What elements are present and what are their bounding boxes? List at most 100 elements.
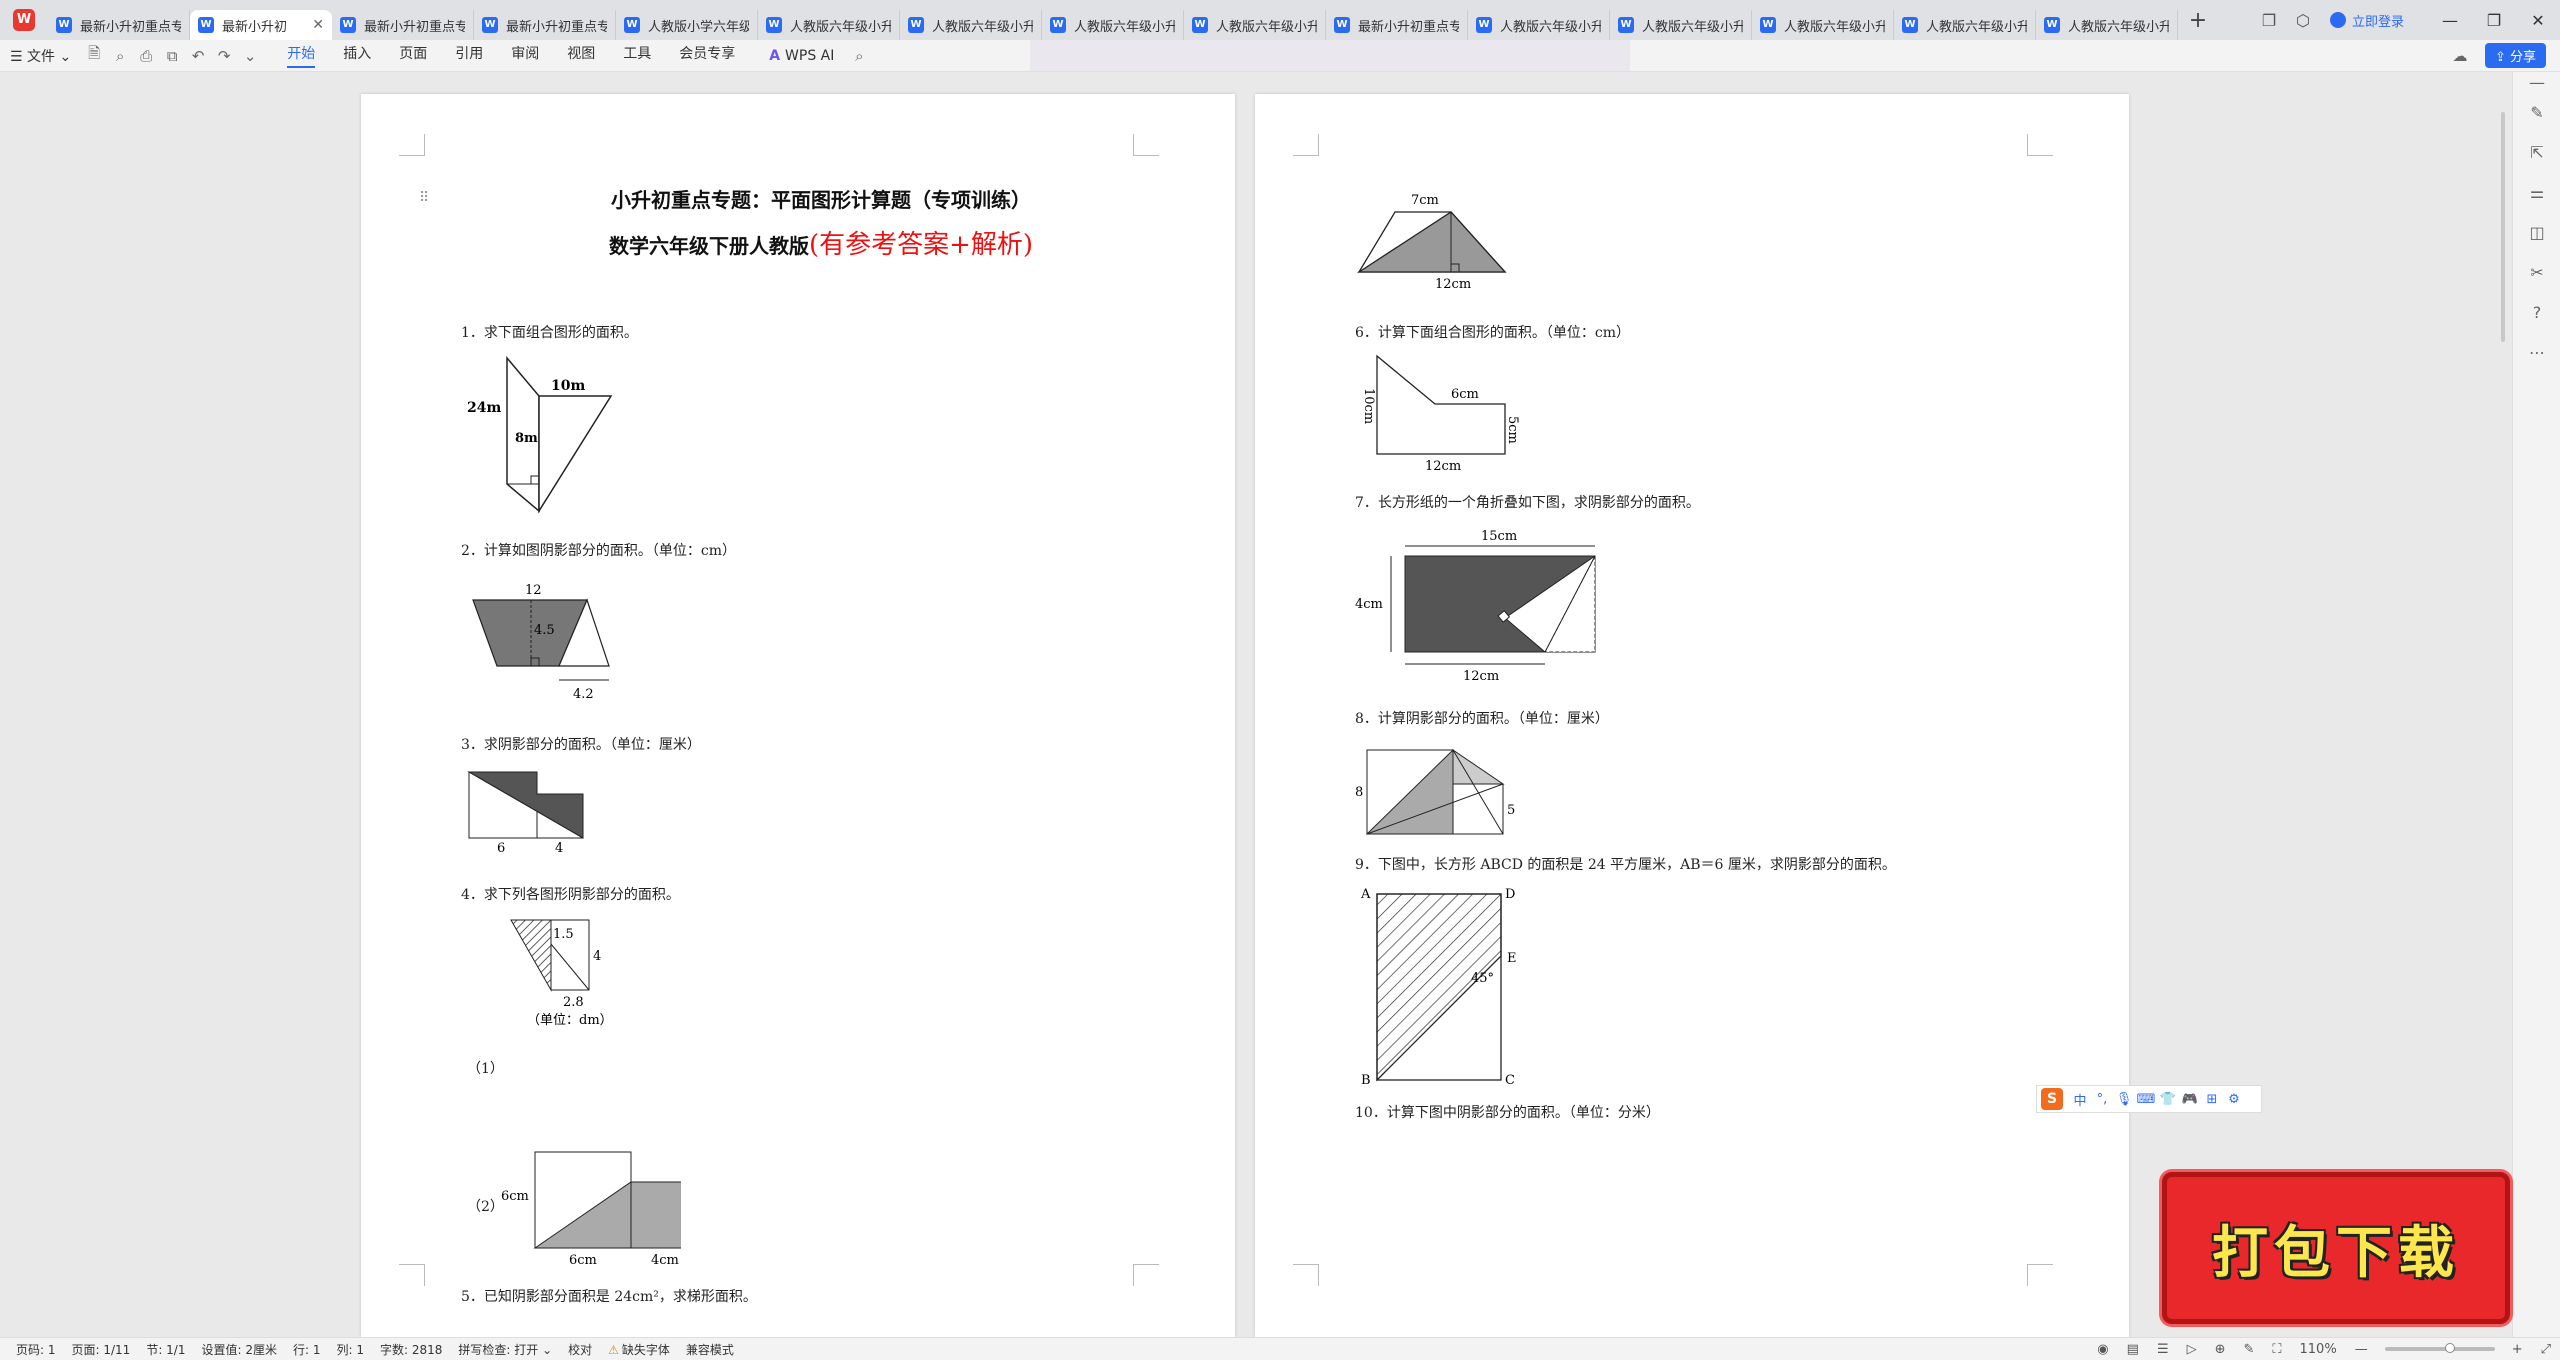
margin-mark	[1133, 134, 1159, 156]
zoom-slider-knob[interactable]	[2444, 1343, 2455, 1353]
locate-icon[interactable]: ⌕	[107, 47, 133, 65]
ribbon-menu-item[interactable]: 引用	[455, 43, 483, 68]
undo-icon[interactable]: ↶	[185, 47, 211, 65]
login-button[interactable]: 立即登录	[2329, 11, 2404, 30]
ribbon-menu-item[interactable]: 开始	[287, 43, 316, 68]
tab-label: 最新小升初	[222, 19, 288, 35]
window-layout-icon[interactable]: ❐	[2252, 0, 2286, 40]
outline-view-icon[interactable]: ☰	[2157, 1342, 2169, 1357]
ribbon-menu-item[interactable]: 审阅	[511, 43, 539, 68]
fit-icon[interactable]: ⛶	[2272, 1342, 2281, 1357]
tab-document[interactable]: W 人教版小学六年级	[616, 10, 758, 40]
shape-icon[interactable]: ◫	[2513, 212, 2560, 252]
preview-icon[interactable]: ⧉	[159, 47, 185, 65]
scrollbar-thumb[interactable]	[2501, 112, 2505, 342]
minimize-button[interactable]: —	[2428, 0, 2472, 40]
download-banner[interactable]: 打包下载	[2162, 1172, 2510, 1324]
tab-document[interactable]: W 最新小升初重点专	[1326, 10, 1468, 40]
right-sidebar: — ✎ ⇱ ⚌ ◫ ✂ ? ⋯	[2512, 72, 2560, 1337]
settings-icon[interactable]: ⚙	[2223, 1092, 2245, 1107]
tab-label: 人教版六年级小升	[1216, 19, 1317, 35]
keyboard-icon[interactable]: ⌨	[2135, 1092, 2157, 1107]
tab-document[interactable]: W 最新小升初重点专	[332, 10, 474, 40]
question-10: 10．计算下图中阴影部分的面积。（单位：分米）	[1355, 1105, 1660, 1121]
question-5: 5．已知阴影部分面积是 24cm²，求梯形面积。	[461, 1289, 757, 1305]
web-view-icon[interactable]: ⊕	[2215, 1342, 2226, 1357]
tab-document[interactable]: W 最新小升初重点专	[48, 10, 190, 40]
tab-document[interactable]: W 人教版六年级小升	[1610, 10, 1752, 40]
print-icon[interactable]: ⎙	[133, 47, 159, 65]
missing-font-label: 缺失字体	[621, 1342, 670, 1357]
search-icon[interactable]: ⌕	[846, 47, 872, 65]
pen-icon[interactable]: ✎	[2244, 1342, 2255, 1357]
wps-logo[interactable]: W	[0, 0, 48, 40]
redo-icon[interactable]: ↷	[211, 47, 237, 65]
wps-ai-button[interactable]: A WPS AI	[769, 48, 834, 64]
skin-icon[interactable]: 👕	[2157, 1092, 2179, 1107]
tab-document[interactable]: W 最新小升初重点专	[474, 10, 616, 40]
new-tab-button[interactable]: +	[2178, 0, 2218, 40]
close-tab-icon[interactable]: ✕	[312, 17, 324, 33]
tab-document[interactable]: W 人教版六年级小升	[900, 10, 1042, 40]
edit-pen-icon[interactable]: ✎	[2513, 92, 2560, 132]
sogou-logo-icon: S	[2041, 1088, 2063, 1110]
collapse-icon[interactable]: —	[2513, 72, 2560, 92]
help-icon[interactable]: ?	[2513, 292, 2560, 332]
tab-document[interactable]: W 人教版六年级小升	[1894, 10, 2036, 40]
word-doc-icon: W	[1050, 17, 1066, 33]
document-page-1[interactable]: ⠿ 小升初重点专题：平面图形计算题（专项训练） 数学六年级下册人教版(有参考答案…	[361, 94, 1235, 1337]
restore-button[interactable]: ❐	[2472, 0, 2516, 40]
zoom-value[interactable]: 110%	[2300, 1342, 2337, 1357]
play-icon[interactable]: ▷	[2187, 1342, 2197, 1357]
tab-document[interactable]: W 最新小升初 ✕	[190, 10, 332, 40]
tools-icon[interactable]: ✂	[2513, 252, 2560, 292]
tab-document[interactable]: W 人教版六年级小升	[2036, 10, 2178, 40]
fig-label: B	[1361, 1073, 1371, 1084]
document-page-2[interactable]: 7cm 12cm 6．计算下面组合图形的面积。（单位：cm） 10cm 6cm …	[1255, 94, 2129, 1337]
ime-toolbar[interactable]: S 中 °, 🎙 ⌨ 👕 🎮 ⊞ ⚙	[2036, 1085, 2262, 1113]
zoom-slider[interactable]	[2384, 1343, 2495, 1353]
zoom-out-icon[interactable]: —	[2355, 1342, 2368, 1357]
tab-document[interactable]: W 人教版六年级小升	[758, 10, 900, 40]
cursor-select-icon[interactable]: ⇱	[2513, 132, 2560, 172]
cube-icon[interactable]: ⬡	[2286, 0, 2320, 40]
eye-icon[interactable]: ◉	[2097, 1342, 2108, 1357]
vertical-scrollbar[interactable]	[2497, 72, 2509, 1337]
ribbon-menu-item[interactable]: 工具	[623, 43, 651, 68]
status-spell[interactable]: 拼写检查: 打开 ⌄	[458, 1341, 552, 1358]
status-page[interactable]: 页码: 1	[16, 1341, 56, 1358]
save-icon[interactable]: 🗎	[81, 43, 107, 68]
question-6: 6．计算下面组合图形的面积。（单位：cm）	[1355, 325, 1631, 341]
microphone-icon[interactable]: 🎙	[2113, 1092, 2135, 1107]
cloud-icon[interactable]: ☁	[2447, 47, 2473, 65]
adjust-icon[interactable]: ⚌	[2513, 172, 2560, 212]
close-window-button[interactable]: ✕	[2516, 0, 2560, 40]
drag-handle-icon[interactable]: ⠿	[419, 190, 429, 206]
fullscreen-icon[interactable]: ⤢	[2541, 1342, 2551, 1357]
page-view-icon[interactable]: ▤	[2127, 1342, 2139, 1357]
ribbon-menu-item[interactable]: 页面	[399, 43, 427, 68]
more-chevron-icon[interactable]: ⌄	[237, 47, 263, 65]
tab-document[interactable]: W 人教版六年级小升	[1042, 10, 1184, 40]
ribbon-menu-item[interactable]: 会员专享	[679, 43, 735, 68]
file-menu[interactable]: ☰ 文件 ⌄	[10, 46, 71, 66]
apps-icon[interactable]: ⊞	[2201, 1092, 2223, 1107]
punctuation-icon[interactable]: °,	[2091, 1092, 2113, 1107]
ribbon-menu-item[interactable]: 视图	[567, 43, 595, 68]
more-icon[interactable]: ⋯	[2513, 332, 2560, 372]
ime-mode[interactable]: 中	[2069, 1090, 2091, 1109]
zoom-in-icon[interactable]: +	[2512, 1342, 2523, 1357]
status-words[interactable]: 字数: 2818	[380, 1341, 442, 1358]
status-missing-font[interactable]: ⚠ 缺失字体	[608, 1341, 670, 1358]
tab-document[interactable]: W 人教版六年级小升	[1184, 10, 1326, 40]
game-icon[interactable]: 🎮	[2179, 1092, 2201, 1107]
fig-label: D	[1505, 887, 1515, 902]
status-proof[interactable]: 校对	[568, 1341, 592, 1358]
tab-document[interactable]: W 人教版六年级小升	[1752, 10, 1894, 40]
status-pages[interactable]: 页面: 1/11	[72, 1341, 131, 1358]
tab-document[interactable]: W 人教版六年级小升	[1468, 10, 1610, 40]
ribbon-menu-item[interactable]: 插入	[343, 43, 371, 68]
share-button[interactable]: ⇪ 分享	[2484, 43, 2546, 68]
fig-label: 24m	[467, 400, 501, 416]
fig-label: （单位：dm）	[527, 1013, 613, 1028]
